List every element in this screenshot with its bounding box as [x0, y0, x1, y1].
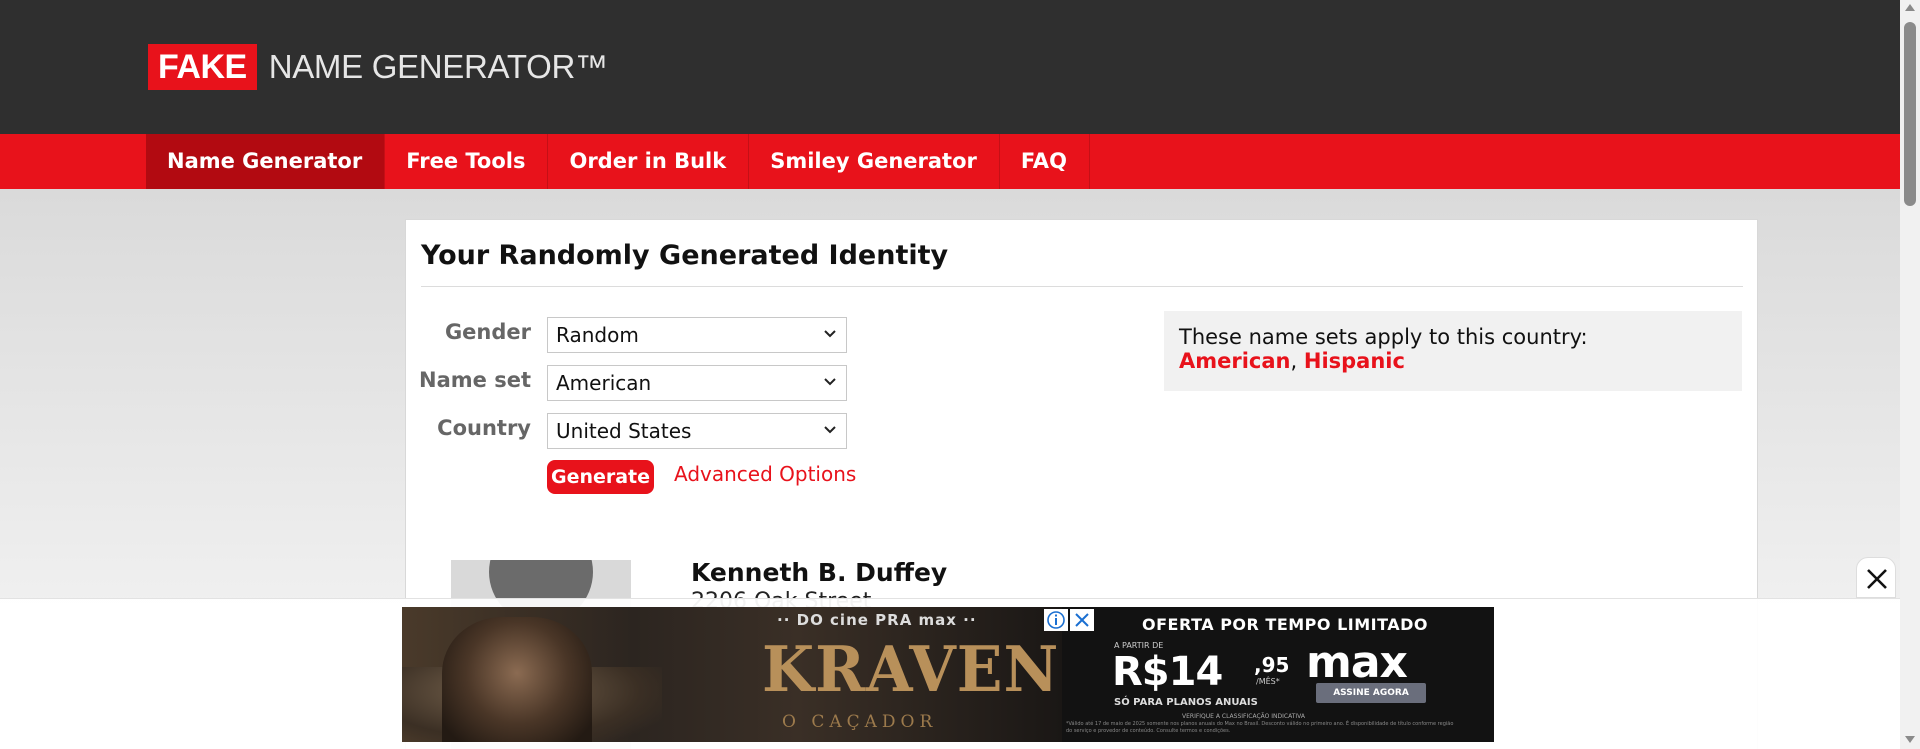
nav-item-faq[interactable]: FAQ — [1000, 134, 1090, 189]
nameset-link-hispanic[interactable]: Hispanic — [1304, 349, 1405, 373]
advanced-options-link[interactable]: Advanced Options — [674, 462, 856, 486]
ad-dismiss-button[interactable] — [1070, 609, 1094, 631]
nav-item-smiley-generator[interactable]: Smiley Generator — [749, 134, 1000, 189]
scroll-up-arrow-icon[interactable] — [1905, 4, 1915, 11]
close-icon — [1867, 569, 1887, 589]
country-select-value: United States — [556, 419, 692, 443]
close-icon — [1075, 613, 1089, 627]
ad-channel-label: ·· DO cine PRA max ·· — [777, 611, 977, 629]
ad-cta-button[interactable]: ASSINE AGORA — [1316, 683, 1426, 703]
ad-offer-text: OFERTA POR TEMPO LIMITADO — [1142, 615, 1429, 634]
nameset-select-value: American — [556, 371, 652, 395]
ad-movie-title: KRAVEN — [762, 633, 1060, 707]
ad-plan-note: SÓ PARA PLANOS ANUAIS — [1114, 697, 1258, 708]
ad-character-image — [442, 617, 592, 742]
identity-name: Kenneth B. Duffey — [691, 558, 948, 587]
ad-price-period: /MÊS* — [1256, 677, 1280, 686]
country-select[interactable]: United States — [547, 413, 847, 449]
ad-movie-subtitle: O CAÇADOR — [782, 712, 938, 732]
scrollbar-thumb[interactable] — [1904, 22, 1916, 206]
nav-item-order-in-bulk[interactable]: Order in Bulk — [548, 134, 750, 189]
gender-select[interactable]: Random — [547, 317, 847, 353]
close-ad-button[interactable] — [1856, 557, 1896, 598]
nameset-label: Name set — [419, 368, 531, 392]
nameset-separator: , — [1290, 349, 1304, 373]
ad-brand-logo: max — [1306, 637, 1408, 688]
ad-offer-panel: OFERTA POR TEMPO LIMITADO A PARTIR DE R$… — [1062, 607, 1494, 742]
ad-price: R$14 — [1112, 649, 1223, 695]
title-divider — [421, 286, 1743, 287]
main-nav: Name Generator Free Tools Order in Bulk … — [0, 134, 1900, 189]
gender-label: Gender — [444, 320, 531, 344]
site-logo[interactable]: FAKE NAME GENERATOR™ — [148, 44, 608, 90]
nameset-intro: These name sets apply to this country: — [1179, 325, 1588, 349]
chevron-down-icon — [824, 378, 836, 386]
nameset-select[interactable]: American — [547, 365, 847, 401]
chevron-down-icon — [824, 426, 836, 434]
site-header: FAKE NAME GENERATOR™ — [0, 0, 1900, 134]
ad-fine-print: *Válido até 17 de maio de 2025 somente n… — [1066, 721, 1454, 734]
nav-item-name-generator[interactable]: Name Generator — [146, 134, 386, 189]
scroll-down-arrow-icon[interactable] — [1905, 736, 1915, 743]
logo-badge: FAKE — [148, 44, 257, 90]
ad-choices-button[interactable] — [1044, 609, 1068, 631]
page-title: Your Randomly Generated Identity — [421, 240, 949, 271]
page-scrollbar[interactable] — [1900, 0, 1920, 749]
gender-select-value: Random — [556, 323, 639, 347]
info-icon — [1047, 611, 1065, 629]
nameset-link-american[interactable]: American — [1179, 349, 1291, 373]
country-label: Country — [437, 416, 531, 440]
nameset-info-box: These name sets apply to this country: A… — [1164, 311, 1742, 391]
ad-banner[interactable]: ·· DO cine PRA max ·· KRAVEN O CAÇADOR O… — [402, 607, 1494, 742]
chevron-down-icon — [824, 330, 836, 338]
ad-price-cents: ,95 — [1254, 653, 1290, 677]
ad-rating-note: VERIFIQUE A CLASSIFICAÇÃO INDICATIVA — [1182, 713, 1306, 720]
logo-wordmark: NAME GENERATOR™ — [268, 48, 608, 85]
ad-movie-panel: ·· DO cine PRA max ·· KRAVEN O CAÇADOR — [402, 607, 1062, 742]
generate-button[interactable]: Generate — [547, 460, 654, 494]
nav-item-free-tools[interactable]: Free Tools — [385, 134, 549, 189]
